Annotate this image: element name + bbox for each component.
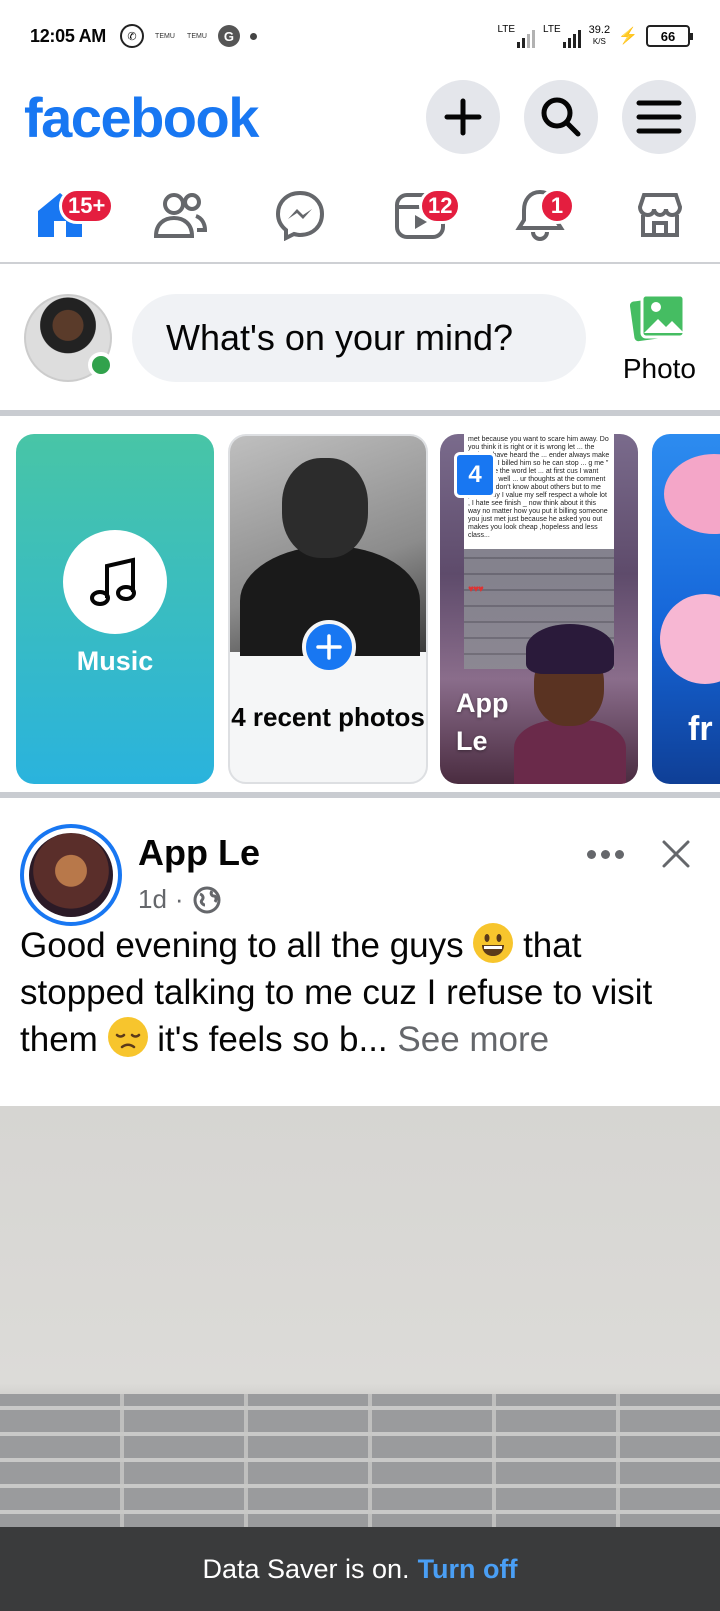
charging-icon: ⚡ — [618, 28, 638, 45]
main-tab-bar: 15+ 12 1 — [0, 168, 720, 264]
friends-icon — [153, 193, 208, 238]
grinning-emoji-icon — [473, 923, 514, 963]
photo-label: Photo — [622, 353, 696, 384]
system-indicators: LTE LTE 39.2 K/S ⚡ 66 — [497, 24, 693, 48]
post-composer: What's on your mind? Photo — [0, 266, 720, 416]
user-avatar[interactable] — [24, 294, 114, 382]
story-app-le[interactable]: met because you want to scare him away. … — [440, 434, 638, 784]
data-saver-message: Data Saver is on. — [202, 1553, 410, 1584]
story-music[interactable]: Music — [16, 434, 214, 784]
globe-icon — [193, 886, 221, 913]
story-author-first: App — [456, 688, 509, 718]
video-badge: 12 — [419, 188, 462, 224]
notification-icons: ✆ TEMU TEMU G — [119, 24, 257, 48]
signal-icon: LTE — [497, 24, 536, 48]
story-friends-label: fr — [688, 710, 713, 748]
speed-value: 39.2 — [588, 24, 611, 36]
story-music-label: Music — [76, 646, 154, 676]
whatsapp-icon: ✆ — [119, 24, 144, 48]
status-time: 12:05 AM — [30, 25, 106, 46]
hide-post-button[interactable] — [652, 830, 700, 878]
temu-icon: TEMU — [186, 33, 208, 40]
tab-home[interactable]: 15+ — [25, 180, 115, 250]
more-notifications-dot — [249, 32, 257, 40]
network-speed: 39.2 K/S — [589, 25, 610, 47]
header-actions — [426, 80, 696, 154]
feed-post: App Le 1d · Good evening to all the guys… — [0, 804, 720, 1611]
app-notification-icon: G — [217, 25, 240, 47]
add-story-plus-icon — [302, 620, 356, 674]
data-saver-banner: Data Saver is on. Turn off — [0, 1527, 720, 1611]
temu-label: TEMU — [155, 32, 175, 40]
post-text-part: it's feels so b... — [147, 1020, 388, 1059]
post-author-name[interactable]: App Le — [138, 832, 260, 874]
status-bar: 12:05 AM ✆ TEMU TEMU G LTE LTE 39.2 K/S … — [0, 0, 720, 72]
speed-unit: K/S — [592, 37, 606, 46]
signal-icon: LTE — [543, 24, 581, 48]
stories-tray: Music 4 recent photos met because you wa… — [0, 422, 720, 798]
post-text: Good evening to all the guys that stoppe… — [20, 922, 710, 1063]
meta-separator: · — [174, 884, 184, 914]
home-badge: 15+ — [59, 188, 115, 224]
whats-on-your-mind-input[interactable]: What's on your mind? — [132, 294, 586, 382]
post-meta: 1d · — [138, 884, 222, 915]
messenger-icon — [275, 190, 325, 241]
story-author-last: Le — [456, 726, 488, 756]
tab-notifications[interactable]: 1 — [505, 180, 575, 250]
search-icon — [541, 97, 581, 137]
story-find-friends[interactable]: fr — [652, 434, 720, 784]
story-recent-photos[interactable]: 4 recent photos — [228, 434, 428, 784]
friends-illustration — [664, 454, 720, 534]
photo-button[interactable]: Photo — [623, 291, 696, 385]
tab-messenger[interactable] — [265, 180, 335, 250]
photo-icon — [630, 293, 686, 342]
post-author-avatar[interactable] — [20, 824, 122, 926]
story-person-photo — [514, 624, 626, 784]
temu-icon: TEMU — [154, 33, 176, 40]
plus-icon — [444, 98, 482, 136]
post-options-button[interactable] — [580, 834, 630, 874]
create-button[interactable] — [426, 80, 500, 154]
hamburger-icon — [636, 100, 682, 134]
app-header: facebook — [0, 72, 720, 162]
pensive-emoji-icon — [107, 1017, 148, 1057]
online-status-indicator — [88, 352, 114, 378]
marketplace-icon — [637, 193, 683, 237]
notifications-badge: 1 — [539, 188, 575, 224]
network-type: LTE — [543, 24, 561, 35]
battery-level: 66 — [660, 28, 676, 44]
post-header: App Le 1d · — [20, 824, 700, 930]
post-time[interactable]: 1d — [138, 884, 167, 915]
temu-label: TEMU — [187, 32, 207, 40]
network-type: LTE — [497, 24, 516, 35]
search-button[interactable] — [524, 80, 598, 154]
battery-icon: 66 — [646, 25, 693, 47]
menu-button[interactable] — [622, 80, 696, 154]
close-icon — [662, 840, 690, 868]
turn-off-data-saver-button[interactable]: Turn off — [418, 1554, 518, 1585]
story-hearts: ♥♥♥ — [468, 584, 484, 595]
tab-friends[interactable] — [145, 180, 215, 250]
story-author-name: App Le — [456, 684, 508, 760]
story-recent-label: 4 recent photos — [231, 702, 425, 732]
post-text-part: Good evening to all the guys — [20, 926, 474, 965]
friends-illustration — [660, 594, 720, 684]
see-more-link[interactable]: See more — [397, 1020, 549, 1059]
tab-video[interactable]: 12 — [385, 180, 462, 250]
music-note-icon — [63, 530, 167, 634]
facebook-logo: facebook — [24, 85, 259, 149]
tab-marketplace[interactable] — [625, 180, 695, 250]
story-count-badge: 4 — [454, 452, 496, 498]
